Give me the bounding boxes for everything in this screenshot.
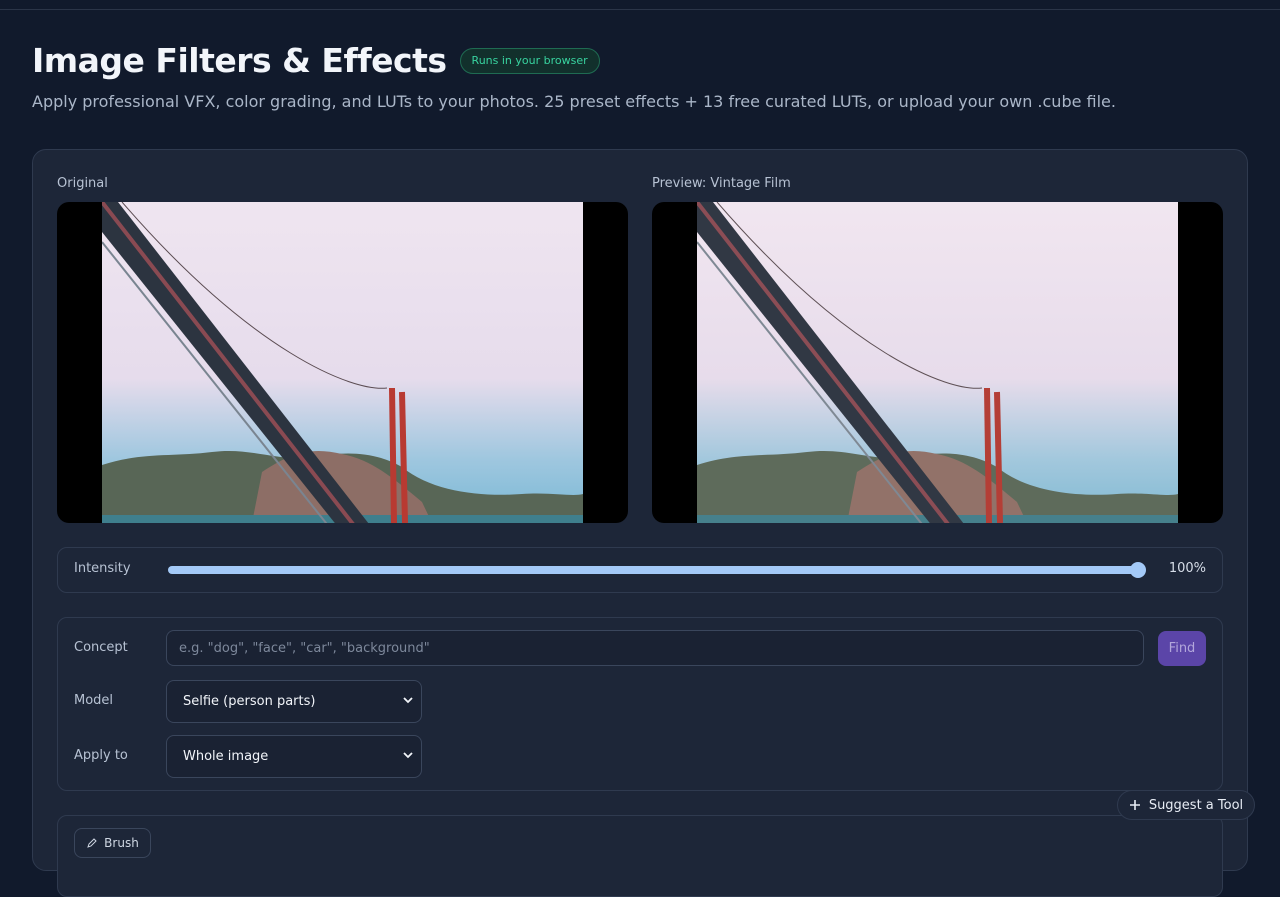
intensity-slider[interactable] (168, 562, 1146, 578)
pencil-icon (87, 838, 97, 848)
page-header: Image Filters & Effects Runs in your bro… (32, 40, 1248, 113)
model-select[interactable]: Selfie (person parts) (166, 680, 422, 723)
model-label: Model (74, 693, 114, 708)
preview-photo (697, 202, 1178, 523)
intensity-panel: Intensity 100% (57, 547, 1223, 593)
intensity-value: 100% (1168, 561, 1206, 576)
original-label: Original (57, 176, 108, 191)
editor-card: Original Preview: Vintage Film Intensity… (32, 149, 1248, 897)
apply-to-label: Apply to (74, 748, 128, 763)
concept-label: Concept (74, 640, 128, 655)
preview-image-frame (652, 202, 1223, 523)
page-title: Image Filters & Effects (32, 41, 447, 80)
preview-label: Preview: Vintage Film (652, 176, 791, 191)
find-button[interactable]: Find (1158, 631, 1206, 666)
brush-button[interactable]: Brush (74, 828, 151, 858)
chevron-down-icon (403, 752, 413, 759)
suggest-tool-label: Suggest a Tool (1148, 797, 1244, 813)
original-photo (102, 202, 583, 523)
plus-icon (1129, 800, 1140, 810)
original-image-frame (57, 202, 628, 523)
concept-input[interactable] (166, 630, 1144, 666)
intensity-label: Intensity (74, 561, 131, 576)
intensity-slider-fill (168, 566, 1138, 574)
page-subtitle: Apply professional VFX, color grading, a… (32, 92, 1116, 111)
chevron-down-icon (403, 697, 413, 704)
suggest-tool-button[interactable]: Suggest a Tool (1117, 790, 1255, 820)
brush-button-label: Brush (104, 836, 139, 850)
model-select-value: Selfie (person parts) (183, 694, 316, 709)
top-bar (0, 0, 1280, 10)
apply-to-select-value: Whole image (183, 749, 269, 764)
apply-to-select[interactable]: Whole image (166, 735, 422, 778)
segmentation-panel: Concept Find Model Selfie (person parts)… (57, 617, 1223, 791)
browser-badge: Runs in your browser (459, 48, 600, 74)
mask-tools-panel: Brush (57, 815, 1223, 897)
title-row: Image Filters & Effects Runs in your bro… (32, 40, 1248, 82)
intensity-slider-thumb[interactable] (1130, 562, 1146, 578)
